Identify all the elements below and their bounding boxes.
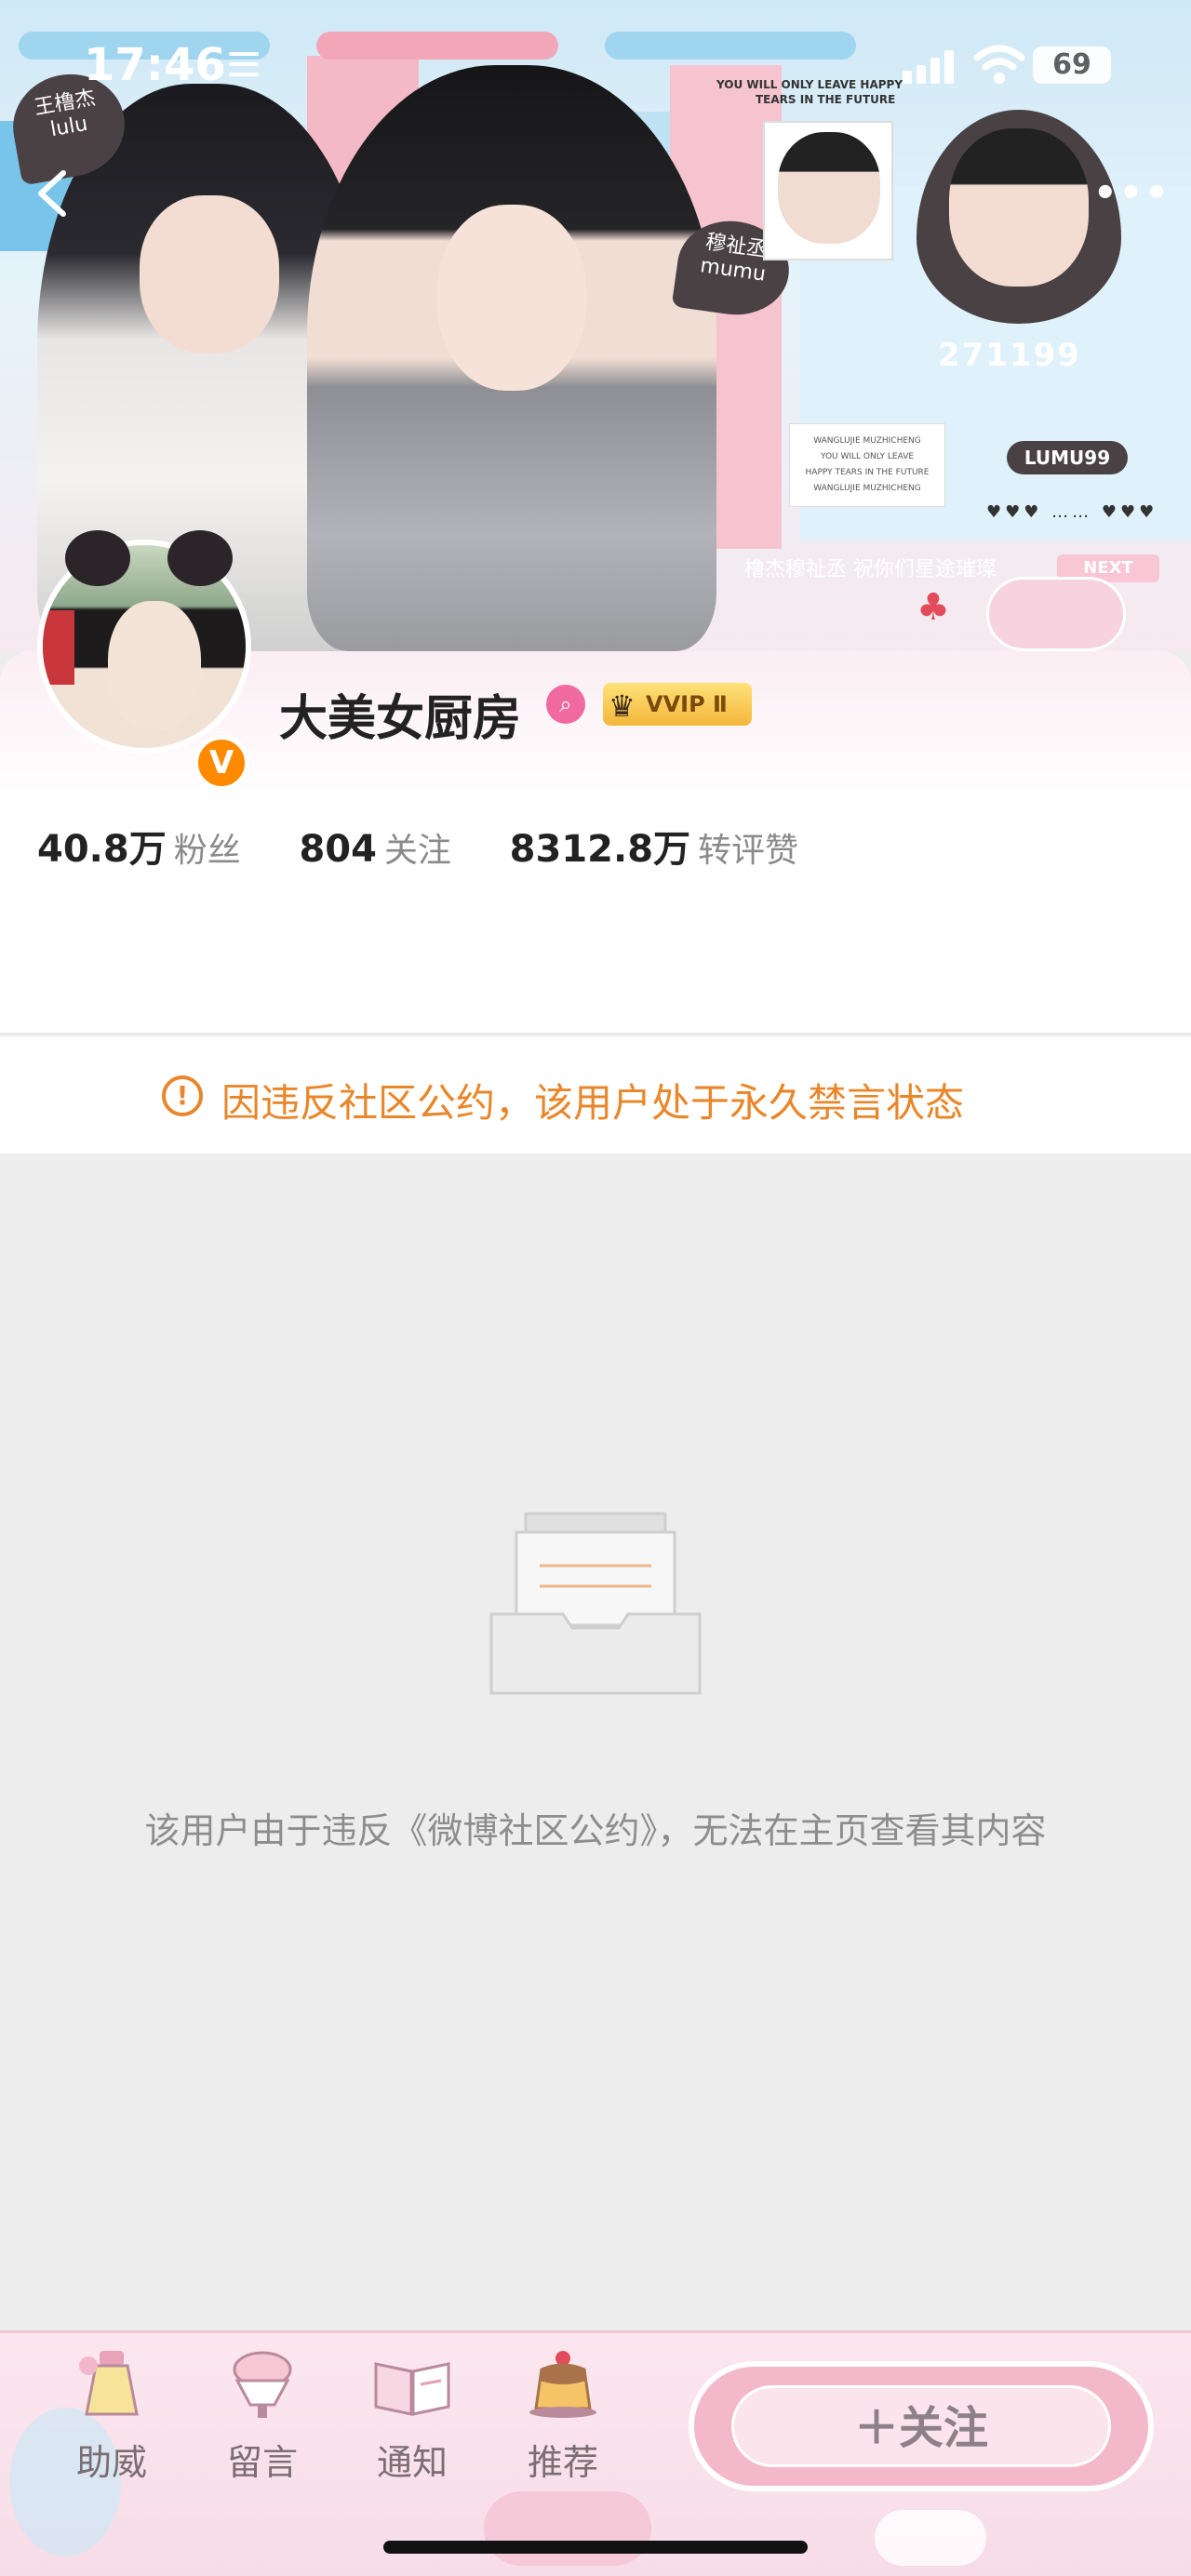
cover-note-card: WANGLUJIE MUZHICHENG YOU WILL ONLY LEAVE…: [789, 423, 945, 507]
follow-button[interactable]: ＋关注: [689, 2361, 1154, 2491]
stat-value: 40.8万: [37, 828, 167, 871]
verified-badge-icon: V: [194, 735, 249, 791]
search-badge-icon[interactable]: ⌕: [546, 685, 585, 724]
bottom-action-bar: 助威 留言 通知 推荐 ＋关注: [0, 2330, 1191, 2576]
follow-button-label: ＋关注: [731, 2385, 1111, 2467]
warning-icon: !: [162, 1075, 203, 1116]
hearts-decoration: ♥♥♥ …… ♥♥♥: [986, 502, 1158, 522]
stat-label: 关注: [383, 832, 451, 870]
back-arrow-icon[interactable]: [26, 166, 82, 221]
tab-notify[interactable]: 通知: [352, 2333, 473, 2510]
tab-cheer[interactable]: 助威: [51, 2333, 172, 2510]
avatar[interactable]: V: [37, 530, 251, 791]
tab-message[interactable]: 留言: [202, 2333, 323, 2510]
note-line: WANGLUJIE MUZHICHENG: [813, 436, 921, 446]
vip-label: VVIP Ⅱ: [646, 691, 728, 717]
cover-heart-photo: [917, 110, 1121, 324]
cover-badge: LUMU99: [1007, 441, 1128, 474]
empty-state-text: 该用户由于违反《微博社区公约》，无法在主页查看其内容: [144, 1810, 1047, 1851]
ban-notice: ! 因违反社区公约，该用户处于永久禁言状态: [0, 1036, 1191, 1154]
cherry-icon: ♣: [917, 586, 950, 629]
tab-label: 通知: [376, 2442, 448, 2483]
tab-label: 助威: [75, 2442, 147, 2483]
home-indicator: [383, 2541, 808, 2554]
avatar-ear-decoration: [167, 530, 233, 586]
vip-badge[interactable]: ♛ VVIP Ⅱ: [603, 683, 752, 726]
stat-label: 转评赞: [698, 832, 799, 870]
status-time: 17:46: [84, 39, 226, 91]
wifi-icon: [973, 45, 1025, 84]
stat-likes[interactable]: 8312.8万 转评赞: [510, 819, 798, 873]
cover-person-right: [307, 65, 716, 651]
profile-name: 大美女厨房: [279, 691, 522, 747]
ban-notice-text: 因违反社区公约，该用户处于永久禁言状态: [221, 1080, 965, 1126]
book-icon: [374, 2362, 450, 2416]
note-line: HAPPY TEARS IN THE FUTURE: [805, 468, 930, 477]
cover-blessing: 橹杰穆祉丞 祝你们星途璀璨: [744, 558, 997, 581]
bottle-icon: [79, 2351, 139, 2416]
note-line: WANGLUJIE MUZHICHENG: [813, 484, 921, 493]
stat-label: 粉丝: [173, 832, 241, 870]
cover-photo-card: [763, 121, 893, 260]
stat-followers[interactable]: 40.8万 粉丝: [37, 819, 241, 873]
candy-decoration: [986, 577, 1126, 651]
note-line: YOU WILL ONLY LEAVE: [820, 452, 915, 461]
dessert-cup-icon: [233, 2351, 292, 2418]
status-bar: 17:46 69: [0, 0, 1191, 130]
empty-inbox-icon: [489, 1512, 702, 1695]
stat-following[interactable]: 804 关注: [299, 823, 451, 872]
tab-label: 推荐: [527, 2442, 598, 2483]
stat-value: 804: [299, 828, 377, 871]
profile-stats: 40.8万 粉丝 804 关注 8312.8万 转评赞: [37, 819, 845, 873]
crown-icon: ♛: [609, 688, 636, 724]
cellular-signal-icon: [903, 48, 955, 84]
battery-indicator: 69: [1033, 47, 1111, 84]
avatar-ear-decoration: [65, 530, 130, 586]
more-options-icon[interactable]: •••: [1093, 172, 1171, 215]
cover-number: 271199: [938, 337, 1081, 374]
pudding-icon: [529, 2351, 596, 2418]
stat-value: 8312.8万: [509, 828, 691, 871]
tab-label: 留言: [226, 2442, 298, 2483]
list-icon: [229, 52, 259, 76]
tab-recommend[interactable]: 推荐: [502, 2333, 623, 2510]
